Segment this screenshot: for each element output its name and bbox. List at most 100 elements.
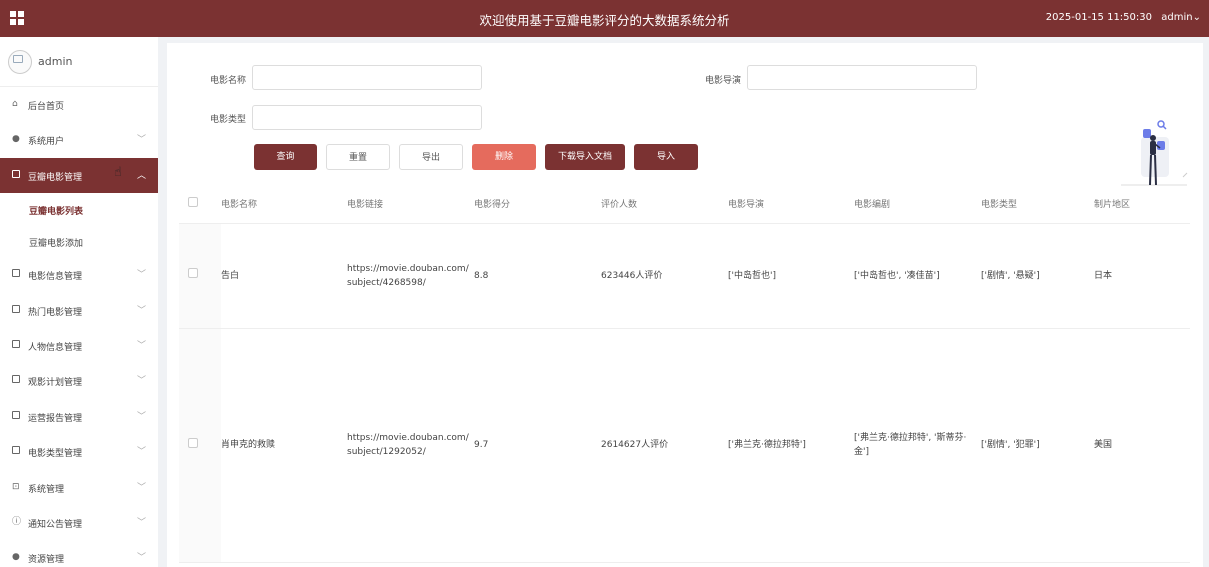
cell-genre: ['剧情', '犯罪'] — [981, 328, 1094, 563]
sidebar-subitem-movie-list[interactable]: 豆瓣电影列表 — [0, 193, 158, 225]
import-button[interactable]: 导入 — [634, 144, 698, 170]
row-checkbox-cell — [179, 328, 221, 563]
row-checkbox[interactable] — [188, 437, 198, 448]
download-template-button[interactable]: 下载导入文档 — [545, 144, 625, 170]
sidebar: admin ⌂ 后台首页 ● 系统用户 ﹀ 豆瓣电影管理 ☝ ︿ 豆瓣电影列表 … — [0, 37, 158, 567]
cell-votes: 623446人评价 — [601, 223, 728, 329]
sidebar-item-label: 热门电影管理 — [28, 307, 83, 318]
col-header-director: 电影导演 — [728, 185, 854, 224]
cell-link-line: https://movie.douban.com/ — [347, 263, 469, 274]
sidebar-item-label: 人物信息管理 — [28, 342, 83, 353]
movie-type-label: 电影类型 — [210, 115, 247, 125]
cell-writer: ['弗兰克·德拉邦特', '斯蒂芬· 金'] — [854, 328, 981, 563]
sidebar-item-label: 运营报告管理 — [28, 413, 83, 424]
chart-icon: ⊡ — [12, 481, 20, 492]
cell-writer: ['中岛哲也', '凑佳苗'] — [854, 223, 981, 329]
delete-button[interactable]: 删除 — [472, 144, 536, 170]
sidebar-username: admin — [38, 55, 73, 68]
sidebar-item-notices[interactable]: ⓘ 通知公告管理 ﹀ — [0, 505, 158, 540]
cell-director: ['弗兰克·德拉邦特'] — [728, 328, 854, 563]
cell-link-line: subject/4268598/ — [347, 277, 426, 288]
chevron-down-icon: ﹀ — [136, 305, 146, 316]
bulb-icon: ● — [12, 552, 20, 563]
main-content: 电影名称 电影导演 电影类型 查询 重置 导出 删除 下载导入文档 导入 电影名… — [167, 43, 1203, 567]
sidebar-item-movie-info[interactable]: 电影信息管理 ﹀ — [0, 257, 158, 292]
chevron-down-icon: ﹀ — [136, 340, 146, 351]
chevron-down-icon: ﹀ — [136, 553, 146, 564]
table-row[interactable]: 肖申克的救赎 https://movie.douban.com/ subject… — [179, 328, 1190, 563]
reset-button[interactable]: 重置 — [326, 144, 390, 170]
sidebar-item-users[interactable]: ● 系统用户 ﹀ — [0, 122, 158, 157]
cell-region: 美国 — [1094, 328, 1190, 563]
movie-type-input[interactable] — [252, 105, 482, 130]
sidebar-user: admin — [0, 37, 158, 87]
app-title: 欢迎使用基于豆瓣电影评分的大数据系统分析 — [479, 13, 730, 28]
col-header-name: 电影名称 — [221, 185, 347, 224]
sidebar-item-label: 资源管理 — [28, 555, 65, 566]
export-button[interactable]: 导出 — [399, 144, 463, 170]
select-all-checkbox-cell — [179, 185, 221, 224]
table-row[interactable]: 告白 https://movie.douban.com/ subject/426… — [179, 223, 1190, 329]
col-header-score: 电影得分 — [474, 185, 601, 224]
sidebar-item-label: 系统管理 — [28, 484, 65, 495]
sidebar-item-movie-types[interactable]: 电影类型管理 ﹀ — [0, 434, 158, 469]
col-header-link: 电影链接 — [347, 185, 474, 224]
select-all-checkbox[interactable] — [188, 197, 198, 208]
cell-link: https://movie.douban.com/ subject/129205… — [347, 328, 474, 563]
chevron-down-icon: ﹀ — [136, 411, 146, 422]
cell-writer-line: ['弗兰克·德拉邦特', '斯蒂芬· — [854, 433, 967, 443]
sidebar-item-label: 通知公告管理 — [28, 519, 83, 530]
sidebar-item-people[interactable]: 人物信息管理 ﹀ — [0, 328, 158, 363]
hand-cursor-icon: ☝ — [114, 164, 122, 180]
user-dropdown[interactable]: admin⌄ — [1161, 12, 1201, 23]
movie-name-input[interactable] — [252, 65, 482, 90]
col-header-genre: 电影类型 — [981, 185, 1094, 224]
movie-name-label: 电影名称 — [210, 76, 247, 86]
chevron-down-icon: ﹀ — [136, 135, 146, 146]
cell-writer-line: ['中岛哲也', '凑佳苗'] — [854, 270, 940, 281]
cell-score: 9.7 — [474, 328, 601, 563]
cell-director: ['中岛哲也'] — [728, 223, 854, 329]
sidebar-subitem-label: 豆瓣电影添加 — [29, 239, 84, 250]
cell-name: 告白 — [221, 223, 347, 329]
sidebar-item-label: 系统用户 — [28, 137, 65, 148]
box-icon — [12, 269, 22, 279]
search-person-illustration — [1121, 120, 1188, 186]
avatar — [8, 50, 32, 74]
sidebar-item-resources[interactable]: ● 资源管理 ﹀ — [0, 540, 158, 567]
chevron-down-icon: ﹀ — [136, 376, 146, 387]
sidebar-item-home[interactable]: ⌂ 后台首页 — [0, 87, 158, 122]
sidebar-item-system[interactable]: ⊡ 系统管理 ﹀ — [0, 470, 158, 505]
table-header-row: 电影名称 电影链接 电影得分 评价人数 电影导演 电影编剧 电影类型 制片地区 — [179, 185, 1190, 224]
row-checkbox-cell — [179, 223, 221, 329]
datetime: 2025-01-15 11:50:30 — [1045, 12, 1152, 23]
sidebar-item-douban-movies[interactable]: 豆瓣电影管理 ☝ ︿ — [0, 157, 158, 194]
movie-director-label: 电影导演 — [705, 76, 742, 86]
sidebar-item-label: 电影类型管理 — [28, 449, 83, 460]
query-button[interactable]: 查询 — [254, 144, 317, 170]
chevron-down-icon: ﹀ — [136, 270, 146, 281]
cell-score: 8.8 — [474, 223, 601, 329]
sidebar-item-label: 后台首页 — [28, 102, 65, 112]
col-header-votes: 评价人数 — [601, 185, 728, 224]
box-icon — [12, 375, 22, 385]
sidebar-subitem-movie-add[interactable]: 豆瓣电影添加 — [0, 225, 158, 257]
row-checkbox[interactable] — [188, 268, 198, 278]
user-icon: ● — [12, 134, 20, 145]
col-header-writer: 电影编剧 — [854, 185, 981, 224]
movie-director-input[interactable] — [747, 65, 977, 90]
chevron-down-icon: ﹀ — [136, 517, 146, 528]
sidebar-item-reports[interactable]: 运营报告管理 ﹀ — [0, 399, 158, 434]
info-icon: ⓘ — [12, 516, 22, 527]
cell-link-line: https://movie.douban.com/ — [347, 433, 469, 443]
sidebar-item-watch-plan[interactable]: 观影计划管理 ﹀ — [0, 363, 158, 398]
sidebar-item-hot-movies[interactable]: 热门电影管理 ﹀ — [0, 293, 158, 328]
chevron-down-icon: ﹀ — [136, 482, 146, 493]
chevron-up-icon: ︿ — [136, 170, 146, 181]
box-icon — [12, 304, 22, 315]
col-header-region: 制片地区 — [1094, 185, 1190, 224]
cell-votes: 2614627人评价 — [601, 328, 728, 563]
home-icon: ⌂ — [12, 99, 18, 109]
box-icon — [12, 169, 22, 180]
cell-name: 肖申克的救赎 — [221, 328, 347, 563]
